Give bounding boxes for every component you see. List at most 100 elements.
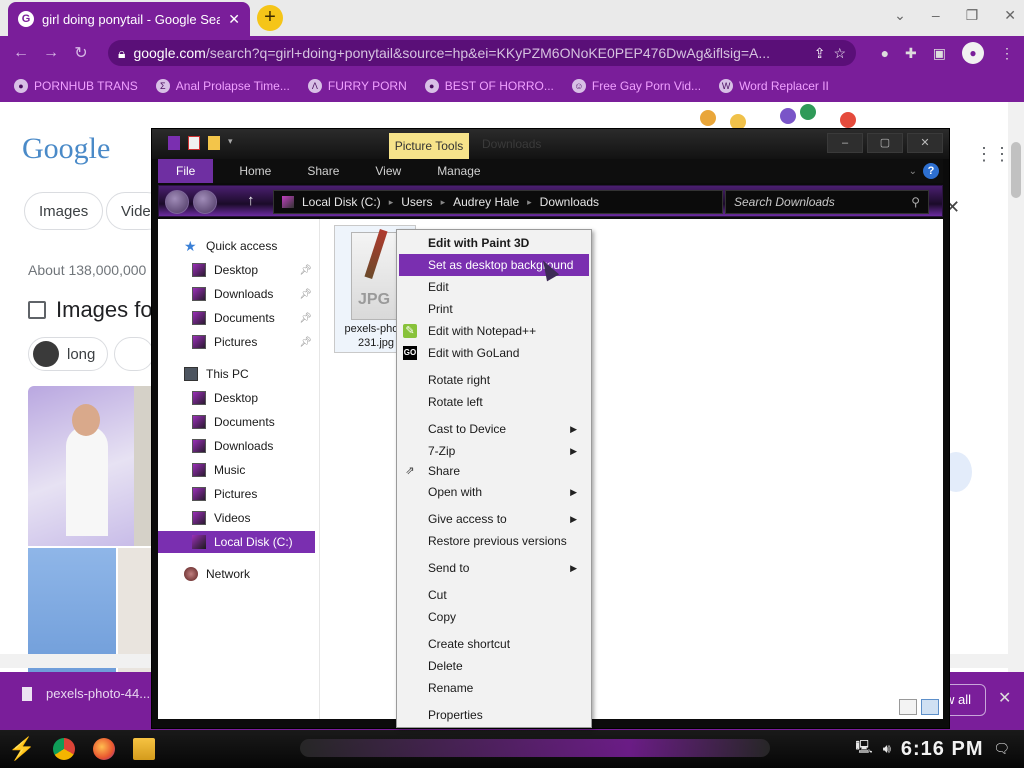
menu-item-create-shortcut[interactable]: Create shortcut bbox=[399, 633, 589, 655]
picture-tools-tab[interactable]: Picture Tools bbox=[389, 133, 469, 159]
new-tab-button[interactable]: + bbox=[257, 5, 283, 31]
nav-item-pictures[interactable]: Pictures 📌︎ bbox=[158, 331, 320, 353]
menu-item-rotate-right[interactable]: Rotate right bbox=[399, 369, 589, 391]
back-arrow-icon[interactable]: ← bbox=[6, 44, 36, 62]
help-icon[interactable]: ? bbox=[923, 163, 939, 179]
nav-item-downloads[interactable]: Downloads bbox=[158, 435, 320, 457]
nav-this-pc[interactable]: This PC bbox=[158, 363, 320, 385]
google-logo[interactable]: Google bbox=[22, 132, 110, 166]
refine-chip[interactable] bbox=[114, 337, 154, 371]
tab-search-icon[interactable]: ⌄ bbox=[894, 7, 906, 24]
tab-view[interactable]: View bbox=[357, 159, 419, 183]
menu-item-cast-to-device[interactable]: Cast to Device ▶ bbox=[399, 418, 589, 440]
menu-item-set-desktop-background[interactable]: Set as desktop background bbox=[399, 254, 589, 276]
menu-item-print[interactable]: Print bbox=[399, 298, 589, 320]
pin-icon[interactable]: 📌︎ bbox=[299, 337, 312, 348]
large-icons-view-icon[interactable] bbox=[921, 699, 939, 715]
close-button[interactable]: ✕ bbox=[1004, 7, 1016, 24]
menu-item-rotate-left[interactable]: Rotate left bbox=[399, 391, 589, 413]
tab-home[interactable]: Home bbox=[221, 159, 289, 183]
menu-item-edit-goland[interactable]: GO Edit with GoLand bbox=[399, 342, 589, 364]
close-button[interactable]: ✕ bbox=[907, 133, 943, 153]
bookmark-item[interactable]: Λ FURRY PORN bbox=[307, 79, 407, 93]
browser-tab[interactable]: G girl doing ponytail - Google Search ✕ bbox=[8, 2, 250, 36]
minimize-button[interactable]: – bbox=[827, 133, 863, 153]
back-button[interactable] bbox=[165, 190, 189, 214]
nav-item-pictures[interactable]: Pictures bbox=[158, 483, 320, 505]
menu-item-send-to[interactable]: Send to ▶ bbox=[399, 557, 589, 579]
menu-item-rename[interactable]: Rename bbox=[399, 677, 589, 699]
file-explorer-icon[interactable] bbox=[124, 730, 164, 768]
image-result[interactable] bbox=[28, 386, 134, 546]
explorer-titlebar[interactable]: ▾ Picture Tools Downloads – ▢ ✕ bbox=[152, 129, 949, 159]
bookmark-item[interactable]: ● PORNHUB TRANS bbox=[14, 79, 138, 93]
menu-item-share[interactable]: ⇗ Share bbox=[399, 460, 589, 482]
menu-item-7zip[interactable]: 7-Zip ▶ bbox=[399, 440, 589, 462]
address-bar[interactable]: 🔒︎ google.com/search?q=girl+doing+ponyta… bbox=[108, 40, 856, 66]
customize-chevron-icon[interactable]: ▾ bbox=[228, 136, 240, 150]
menu-item-delete[interactable]: Delete bbox=[399, 655, 589, 677]
expand-ribbon-icon[interactable]: ⌄ bbox=[909, 166, 917, 177]
tab-manage[interactable]: Manage bbox=[419, 159, 498, 183]
minimize-button[interactable]: – bbox=[932, 7, 940, 23]
side-panel-icon[interactable]: ▣ bbox=[933, 45, 946, 62]
menu-item-edit-paint3d[interactable]: Edit with Paint 3D bbox=[399, 232, 589, 254]
breadcrumb-item[interactable]: Downloads bbox=[540, 195, 599, 209]
volume-icon[interactable]: 🔊︎ bbox=[883, 741, 891, 757]
bookmark-item[interactable]: W Word Replacer II bbox=[719, 79, 829, 93]
menu-item-properties[interactable]: Properties bbox=[399, 704, 589, 726]
chevron-right-icon[interactable]: ▸ bbox=[389, 197, 394, 208]
tab-close-icon[interactable]: ✕ bbox=[228, 11, 240, 28]
pin-icon[interactable]: 📌︎ bbox=[299, 313, 312, 324]
chevron-right-icon[interactable]: ▸ bbox=[441, 197, 446, 208]
notifications-icon[interactable]: 🗨︎ bbox=[993, 741, 1010, 757]
kebab-menu-icon[interactable]: ⋮ bbox=[1000, 45, 1014, 62]
nav-item-documents[interactable]: Documents bbox=[158, 411, 320, 433]
tab-file[interactable]: File bbox=[158, 159, 214, 183]
breadcrumb-item[interactable]: Users bbox=[401, 195, 432, 209]
chrome-icon[interactable] bbox=[44, 730, 84, 768]
images-chip[interactable]: Images bbox=[24, 192, 104, 230]
nav-quick-access[interactable]: ★ Quick access bbox=[158, 235, 320, 257]
nav-item-local-disk[interactable]: Local Disk (C:) bbox=[158, 531, 315, 553]
tab-share[interactable]: Share bbox=[289, 159, 357, 183]
nav-item-downloads[interactable]: Downloads 📌︎ bbox=[158, 283, 320, 305]
restore-button[interactable]: ❐ bbox=[966, 7, 979, 24]
nav-item-music[interactable]: Music bbox=[158, 459, 320, 481]
menu-item-cut[interactable]: Cut bbox=[399, 584, 589, 606]
properties-icon[interactable] bbox=[188, 136, 200, 150]
new-folder-icon[interactable] bbox=[208, 136, 220, 150]
lock-icon[interactable]: 🔒︎ bbox=[118, 45, 125, 62]
bookmark-item[interactable]: ☺ Free Gay Porn Vid... bbox=[571, 79, 701, 93]
maximize-button[interactable]: ▢ bbox=[867, 133, 903, 153]
nav-item-desktop[interactable]: Desktop bbox=[158, 387, 320, 409]
menu-item-give-access[interactable]: Give access to ▶ bbox=[399, 508, 589, 530]
search-input[interactable]: Search Downloads ⚲ bbox=[725, 190, 929, 214]
breadcrumb-item[interactable]: Local Disk (C:) bbox=[302, 195, 381, 209]
clock[interactable]: 6:16 PM bbox=[901, 738, 984, 761]
pin-icon[interactable]: 📌︎ bbox=[299, 289, 312, 300]
bookmark-star-icon[interactable]: ☆ bbox=[833, 45, 846, 62]
extension-avatar-icon[interactable]: ● bbox=[881, 45, 889, 61]
share-icon[interactable]: ⇪ bbox=[814, 45, 826, 62]
refine-chip-long[interactable]: long bbox=[28, 337, 109, 371]
forward-arrow-icon[interactable]: → bbox=[36, 44, 66, 62]
bookmark-item[interactable]: ● BEST OF HORRO... bbox=[424, 79, 554, 93]
menu-item-restore-versions[interactable]: Restore previous versions bbox=[399, 530, 589, 552]
reload-icon[interactable]: ↻ bbox=[66, 43, 96, 63]
bookmark-item[interactable]: Σ Anal Prolapse Time... bbox=[155, 79, 290, 93]
breadcrumb-item[interactable]: Audrey Hale bbox=[453, 195, 519, 209]
app-icon[interactable] bbox=[168, 136, 180, 150]
menu-item-edit-notepadpp[interactable]: ✎ Edit with Notepad++ bbox=[399, 320, 589, 342]
forward-button[interactable] bbox=[193, 190, 217, 214]
nav-item-desktop[interactable]: Desktop 📌︎ bbox=[158, 259, 320, 281]
network-icon[interactable]: 🖳︎ bbox=[855, 738, 872, 760]
profile-avatar-icon[interactable]: ● bbox=[962, 42, 984, 64]
start-button[interactable]: ⚡ bbox=[0, 730, 44, 768]
nav-item-videos[interactable]: Videos bbox=[158, 507, 320, 529]
nav-item-documents[interactable]: Documents 📌︎ bbox=[158, 307, 320, 329]
nav-network[interactable]: Network bbox=[158, 563, 320, 585]
pin-icon[interactable]: 📌︎ bbox=[299, 265, 312, 276]
menu-item-copy[interactable]: Copy bbox=[399, 606, 589, 628]
puzzle-extensions-icon[interactable]: ✚ bbox=[905, 45, 917, 62]
